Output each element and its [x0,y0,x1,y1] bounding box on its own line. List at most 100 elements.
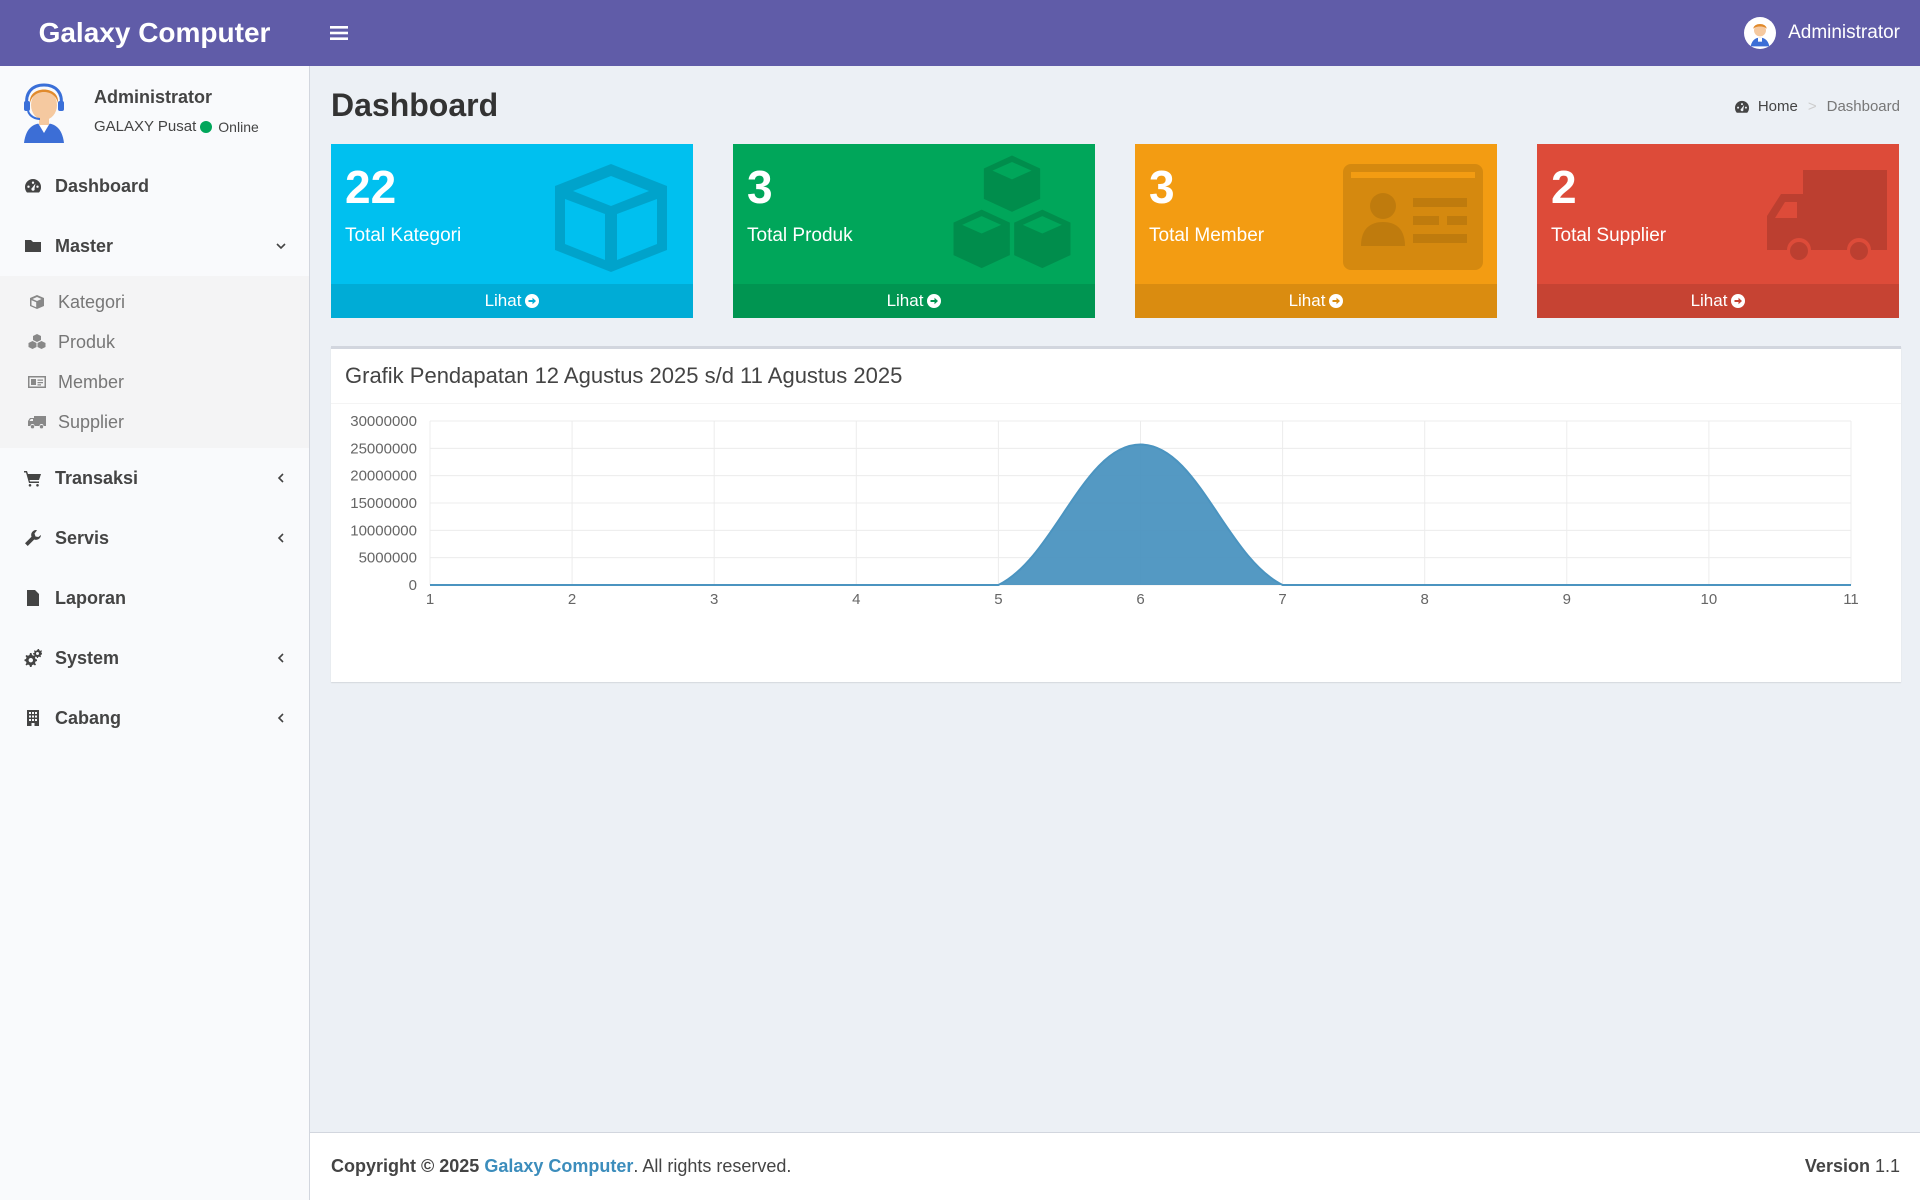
sidebar-item-member[interactable]: Member [0,362,309,402]
x-tick-label: 8 [1421,591,1429,608]
cube-icon [27,293,47,311]
revenue-area-chart: 0 5000000 10000000 15000000 20000000 25000000… [350,413,1859,608]
sidebar-item-label: Dashboard [55,175,150,196]
x-tick-label: 7 [1278,591,1286,608]
stat-box-supplier: 2 Total Supplier Lihat [1537,144,1899,318]
y-tick-label: 30000000 [350,413,417,430]
sidebar-item-servis[interactable]: Servis [0,508,309,568]
copyright: Copyright © 2025 Galaxy Computer. All ri… [331,1156,791,1177]
sidebar-item-dashboard[interactable]: Dashboard [0,156,309,216]
hamburger-icon [330,26,348,40]
top-navbar: Galaxy Computer Administrator [0,0,1920,66]
sidebar-item-label: Supplier [58,411,125,432]
chevron-down-icon [276,243,286,250]
series-area [430,444,1851,585]
sidebar-item-produk[interactable]: Produk [0,322,309,362]
sidebar-item-label: Member [58,371,125,392]
sidebar-item-label: Kategori [58,291,126,312]
user-panel: Administrator GALAXY Pusat Online [0,66,309,156]
x-tick-label: 9 [1563,591,1571,608]
sidebar-item-label: Master [55,235,114,256]
dashboard-icon [1734,100,1749,113]
y-tick-label: 10000000 [350,522,417,539]
user-avatar-icon [1744,17,1777,49]
sidebar-item-label: Cabang [55,707,122,728]
cubes-icon [27,333,47,351]
stat-link-kategori[interactable]: Lihat [331,284,693,318]
online-status-label: Online [218,118,259,135]
chart-title: Grafik Pendapatan 12 Agustus 2025 s/d 11… [331,349,1901,404]
main-content: Dashboard Home > Dashboard 22 Total Kate… [310,66,1920,1132]
id-card-icon [27,373,47,391]
sidebar-item-kategori[interactable]: Kategori [0,282,309,322]
stat-link-label: Lihat [484,291,522,310]
truck-icon [1767,170,1887,260]
y-tick-label: 5000000 [359,550,417,567]
sidebar-item-label: Produk [58,331,116,352]
stat-link-supplier[interactable]: Lihat [1537,284,1899,318]
user-menu[interactable]: Administrator [1744,0,1900,66]
chevron-left-icon [277,533,284,543]
x-tick-label: 2 [568,591,576,608]
sidebar-item-laporan[interactable]: Laporan [0,568,309,628]
y-tick-label: 15000000 [350,495,417,512]
cubes-icon [953,155,1071,269]
sidebar-item-label: Servis [55,527,110,548]
version-info: Version 1.1 [1805,1156,1900,1177]
x-tick-label: 5 [994,591,1002,608]
y-tick-label: 25000000 [350,440,417,457]
company-link[interactable]: Galaxy Computer [484,1156,633,1176]
chevron-left-icon [277,473,284,483]
user-branch: GALAXY Pusat [94,118,197,135]
stat-box-member: 3 Total Member Lihat [1135,144,1497,318]
sidebar-item-supplier[interactable]: Supplier [0,402,309,442]
stat-boxes: 22 Total Kategori Lihat 3 Total Produk L… [331,144,1901,318]
chevron-left-icon [277,653,284,663]
building-icon [24,709,42,727]
user-status: GALAXY Pusat Online [94,118,259,135]
x-tick-label: 1 [426,591,434,608]
arrow-circle-right-icon [525,294,540,308]
shopping-cart-icon [24,469,42,487]
stat-link-produk[interactable]: Lihat [733,284,1095,318]
sidebar-toggle-button[interactable] [309,0,369,66]
x-tick-label: 6 [1136,591,1144,608]
folder-icon [24,237,42,255]
version-label: Version [1804,1156,1870,1176]
y-tick-label: 0 [409,577,417,594]
chart-body: 0 5000000 10000000 15000000 20000000 25000000… [331,405,1901,682]
stat-box-produk: 3 Total Produk Lihat [733,144,1095,318]
stat-link-label: Lihat [1288,291,1326,310]
arrow-circle-right-icon [927,294,942,308]
breadcrumb: Home > Dashboard [1734,98,1900,115]
stat-link-label: Lihat [1690,291,1728,310]
file-text-icon [24,589,42,607]
breadcrumb-current: Dashboard [1826,98,1900,115]
sidebar-item-master[interactable]: Master [0,216,309,276]
x-tick-label: 11 [1843,591,1859,608]
sidebar-item-transaksi[interactable]: Transaksi [0,448,309,508]
breadcrumb-separator: > [1807,98,1817,115]
sidebar: Administrator GALAXY Pusat Online Dashbo… [0,66,310,1200]
sidebar-item-cabang[interactable]: Cabang [0,688,309,748]
sidebar-item-system[interactable]: System [0,628,309,688]
x-tick-label: 3 [710,591,718,608]
stat-link-member[interactable]: Lihat [1135,284,1497,318]
revenue-chart-box: Grafik Pendapatan 12 Agustus 2025 s/d 11… [331,346,1901,682]
brand-logo[interactable]: Galaxy Computer [0,0,309,66]
page-title: Dashboard [331,87,499,123]
stat-link-label: Lihat [886,291,924,310]
sidebar-item-label: Laporan [55,587,127,608]
stat-box-kategori: 22 Total Kategori Lihat [331,144,693,318]
chevron-left-icon [277,713,284,723]
truck-icon [27,413,47,431]
copyright-text: Copyright © 2025 [331,1156,480,1176]
x-tick-label: 4 [852,591,860,608]
page-footer: Copyright © 2025 Galaxy Computer. All ri… [310,1132,1920,1200]
y-tick-label: 20000000 [350,468,417,485]
master-submenu: Kategori Produk Member Supplier [0,276,309,448]
dashboard-icon [24,177,42,195]
online-status-icon [200,120,213,133]
rights-text: . All rights reserved. [633,1156,792,1176]
breadcrumb-home-link[interactable]: Home [1758,98,1798,115]
